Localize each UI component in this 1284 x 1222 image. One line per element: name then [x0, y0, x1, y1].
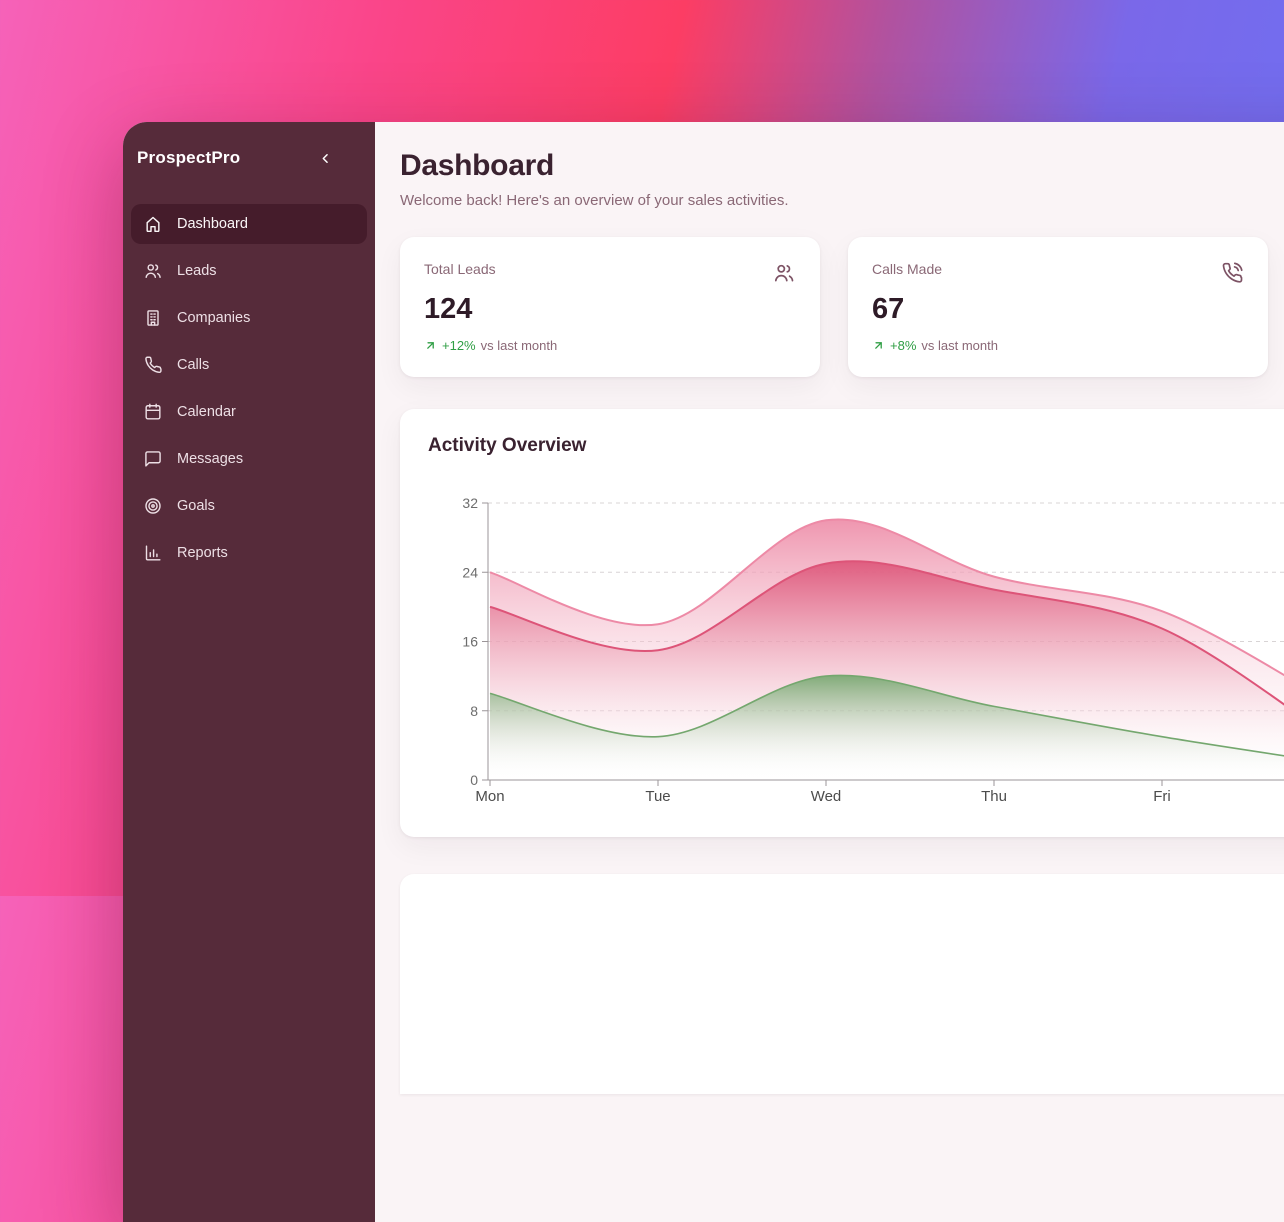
- sidebar-item-label: Companies: [177, 310, 250, 326]
- sidebar-item-goals[interactable]: Goals: [131, 486, 367, 526]
- sidebar-item-calls[interactable]: Calls: [131, 345, 367, 385]
- sidebar: ProspectPro Dashboard Leads Companies Calls…: [123, 122, 375, 1222]
- users-icon: [772, 261, 796, 285]
- chevron-left-icon: [318, 151, 333, 166]
- sidebar-item-label: Dashboard: [177, 216, 248, 232]
- sidebar-item-messages[interactable]: Messages: [131, 439, 367, 479]
- stat-card-header: Total Leads: [424, 261, 796, 285]
- activity-chart-svg: 0 8 16 24 32 Mon Tue Wed Thu Fri: [400, 409, 1284, 829]
- svg-text:8: 8: [470, 703, 478, 719]
- sidebar-item-companies[interactable]: Companies: [131, 298, 367, 338]
- svg-text:Wed: Wed: [811, 788, 842, 805]
- page-title: Dashboard: [400, 148, 1284, 184]
- sidebar-item-label: Reports: [177, 545, 228, 561]
- home-icon: [143, 214, 163, 234]
- activity-overview-card: Activity Overview 08162432MonTueWedThuFr…: [400, 409, 1284, 837]
- stat-label: Calls Made: [872, 261, 942, 277]
- stat-card-calls-made: Calls Made 67 +8% vs last month: [848, 237, 1268, 377]
- arrow-up-right-icon: [424, 339, 437, 352]
- partially-visible-card: [400, 874, 1284, 1094]
- stats-row: Total Leads124+12%vs last monthCalls Mad…: [400, 237, 1284, 377]
- phone-call-icon: [1220, 261, 1244, 285]
- sidebar-nav: Dashboard Leads Companies Calls Calendar Mess…: [131, 204, 367, 573]
- svg-text:16: 16: [462, 634, 478, 650]
- svg-text:24: 24: [462, 564, 478, 580]
- app-window: ProspectPro Dashboard Leads Companies Calls…: [123, 122, 1284, 1222]
- page-subtitle: Welcome back! Here's an overview of your…: [400, 190, 1284, 211]
- svg-text:32: 32: [462, 495, 478, 511]
- brand-logo: ProspectPro: [137, 148, 240, 168]
- stat-trend: +12% vs last month: [424, 338, 796, 353]
- calendar-icon: [143, 402, 163, 422]
- stat-card-header: Calls Made: [872, 261, 1244, 285]
- stat-label: Total Leads: [424, 261, 496, 277]
- stat-value: 124: [424, 293, 796, 326]
- sidebar-item-label: Messages: [177, 451, 243, 467]
- sidebar-item-label: Calls: [177, 357, 209, 373]
- stat-card-total-leads: Total Leads 124 +12% vs last month: [400, 237, 820, 377]
- target-icon: [143, 496, 163, 516]
- desktop-background: { "window": { "brand": "ProspectPro" }, …: [0, 0, 1284, 896]
- users-icon: [143, 261, 163, 281]
- sidebar-item-leads[interactable]: Leads: [131, 251, 367, 291]
- svg-text:Fri: Fri: [1153, 788, 1171, 805]
- arrow-up-right-icon: [872, 339, 885, 352]
- sidebar-collapse-button[interactable]: [311, 144, 339, 172]
- sidebar-item-reports[interactable]: Reports: [131, 533, 367, 573]
- svg-text:0: 0: [470, 772, 478, 788]
- trend-text: vs last month: [481, 338, 558, 353]
- sidebar-item-calendar[interactable]: Calendar: [131, 392, 367, 432]
- sidebar-header: ProspectPro: [131, 144, 367, 172]
- bar-chart-icon: [143, 543, 163, 563]
- stat-trend: +8% vs last month: [872, 338, 1244, 353]
- main-content: Dashboard Welcome back! Here's an overvi…: [375, 122, 1284, 1222]
- trend-percent: +8%: [890, 338, 916, 353]
- trend-percent: +12%: [442, 338, 476, 353]
- svg-text:Tue: Tue: [645, 788, 670, 805]
- message-square-icon: [143, 449, 163, 469]
- svg-text:Thu: Thu: [981, 788, 1007, 805]
- sidebar-item-dashboard[interactable]: Dashboard: [131, 204, 367, 244]
- svg-text:Mon: Mon: [475, 788, 504, 805]
- stat-value: 67: [872, 293, 1244, 326]
- phone-icon: [143, 355, 163, 375]
- sidebar-item-label: Leads: [177, 263, 217, 279]
- building-icon: [143, 308, 163, 328]
- trend-text: vs last month: [921, 338, 998, 353]
- sidebar-item-label: Calendar: [177, 404, 236, 420]
- sidebar-item-label: Goals: [177, 498, 215, 514]
